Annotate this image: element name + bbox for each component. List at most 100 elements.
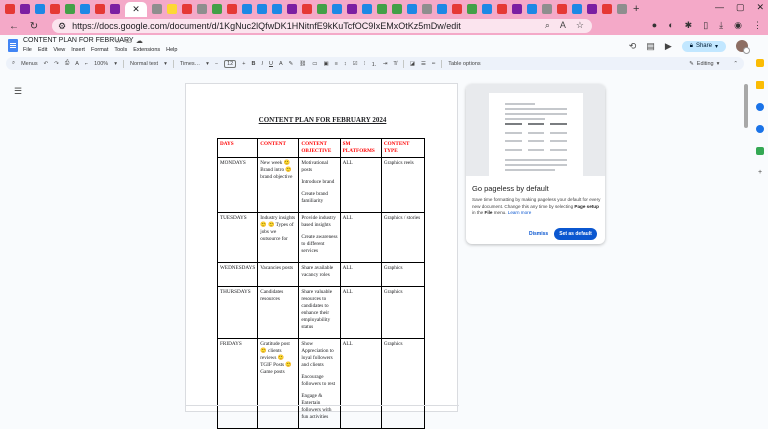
docs-logo-icon[interactable] (8, 39, 18, 52)
active-tab[interactable]: ✕ (125, 2, 147, 17)
cloud-saved-icon[interactable]: ☁ (136, 37, 143, 45)
meet-icon[interactable]: ▶ (665, 41, 672, 52)
close-tab-icon[interactable]: ✕ (132, 4, 140, 15)
menu-item-help[interactable]: Help (166, 47, 177, 53)
link-icon[interactable]: ⛓ (299, 61, 306, 67)
url-bar[interactable]: ⚙ https://docs.google.com/document/d/1Kg… (52, 19, 592, 33)
platforms-cell[interactable]: ALL (339, 286, 382, 340)
table-options-button[interactable]: Table options (448, 61, 480, 67)
zoom-icon[interactable]: ⌕ (545, 20, 550, 31)
scrollbar[interactable] (743, 78, 749, 412)
browser-tab-favicon[interactable] (437, 3, 447, 14)
extension-icon[interactable]: ◐ (668, 20, 673, 31)
search-menus-label[interactable]: Menus (21, 61, 38, 67)
font-select[interactable]: Times… (180, 61, 200, 67)
dismiss-button[interactable]: Dismiss (529, 231, 548, 237)
table-header-cell[interactable]: CONTENT (257, 137, 300, 159)
contacts-icon[interactable] (756, 125, 764, 133)
back-icon[interactable]: ← (8, 21, 20, 32)
day-cell[interactable]: FRIDAYS (216, 338, 259, 429)
day-cell[interactable]: THURSDAYS (216, 286, 259, 340)
text-color-icon[interactable]: A (279, 61, 283, 67)
browser-tab-favicon[interactable] (197, 3, 207, 14)
downloads-icon[interactable]: ⤓ (719, 20, 723, 31)
browser-tab-favicon[interactable] (302, 3, 312, 14)
browser-tab-favicon[interactable] (452, 3, 462, 14)
browser-tab-favicon[interactable] (482, 3, 492, 14)
browser-tab-favicon[interactable] (587, 3, 597, 14)
comments-icon[interactable]: ▤ (646, 41, 655, 52)
browser-tab-favicon[interactable] (392, 3, 402, 14)
table-header-cell[interactable]: CONTENT TYPE (380, 137, 426, 159)
share-button[interactable]: 🔒︎ Share ▾ (681, 40, 726, 52)
browser-tab-favicon[interactable] (572, 3, 582, 14)
border-width-icon[interactable]: ☰ (421, 61, 426, 67)
spellcheck-icon[interactable]: A (75, 61, 79, 67)
translate-icon[interactable]: A (560, 20, 566, 31)
minimize-icon[interactable]: — (715, 2, 724, 13)
browser-tab-favicon[interactable] (272, 3, 282, 14)
history-icon[interactable]: ⟲ (629, 41, 637, 52)
objective-cell[interactable]: Provide industry based insights Create aw… (298, 212, 341, 264)
side-panel-icon[interactable]: ▯ (703, 20, 708, 31)
browser-tab-favicon[interactable] (20, 3, 30, 14)
increase-font-icon[interactable]: + (242, 61, 245, 67)
content-type-cell[interactable]: Graphics reels (380, 157, 426, 214)
browser-tab-favicon[interactable] (407, 3, 417, 14)
site-info-icon[interactable]: ⚙ (58, 21, 66, 32)
undo-icon[interactable]: ↶ (44, 61, 49, 67)
menu-item-edit[interactable]: Edit (38, 47, 47, 53)
scrollbar-thumb[interactable] (744, 84, 748, 128)
table-header-cell[interactable]: CONTENT OBJECTIVE (298, 137, 341, 159)
browser-tab-favicon[interactable] (5, 3, 15, 14)
platforms-cell[interactable]: ALL (339, 212, 382, 264)
browser-tab-favicon[interactable] (497, 3, 507, 14)
menu-item-format[interactable]: Format (91, 47, 108, 53)
content-plan-table[interactable]: DAYS CONTENT CONTENT OBJECTIVE SM PLATFO… (216, 137, 426, 429)
keep-icon[interactable] (756, 81, 764, 89)
content-cell[interactable]: Vacancies posts (257, 262, 300, 288)
browser-tab-favicon[interactable] (95, 3, 105, 14)
zoom-select[interactable]: 100% (94, 61, 108, 67)
browser-tab-favicon[interactable] (347, 3, 357, 14)
browser-tab-favicon[interactable] (242, 3, 252, 14)
browser-tab-favicon[interactable] (602, 3, 612, 14)
day-cell[interactable]: WEDNESDAYS (216, 262, 259, 288)
browser-tab-favicon[interactable] (512, 3, 522, 14)
platforms-cell[interactable]: ALL (339, 157, 382, 214)
browser-tab-favicon[interactable] (617, 3, 627, 14)
day-cell[interactable]: MONDAYS (216, 157, 259, 214)
document-page[interactable]: CONTENT PLAN FOR FEBRUARY 2024 DAYS CONT… (185, 83, 459, 429)
maximize-icon[interactable]: ▢ (736, 2, 745, 13)
bold-icon[interactable]: B (251, 61, 255, 67)
search-menus-icon[interactable]: ⌕ (12, 60, 15, 67)
browser-tab-favicon[interactable] (227, 3, 237, 14)
underline-icon[interactable]: U (269, 61, 273, 67)
print-icon[interactable]: ⎙ (65, 60, 69, 67)
style-select[interactable]: Normal text (130, 61, 158, 67)
bookmark-star-icon[interactable]: ☆ (576, 20, 584, 31)
menu-item-extensions[interactable]: Extensions (133, 47, 160, 53)
content-cell[interactable]: Gratitude post 🙂 clients reviews 🙂 TGIF … (257, 338, 300, 429)
menu-item-file[interactable]: File (23, 47, 32, 53)
browser-tab-favicon[interactable] (212, 3, 222, 14)
browser-tab-favicon[interactable] (542, 3, 552, 14)
star-icon[interactable]: ☆ (115, 37, 121, 45)
new-tab-button[interactable]: + (633, 3, 639, 15)
platforms-cell[interactable]: ALL (339, 262, 382, 288)
add-on-plus-icon[interactable]: + (758, 169, 762, 176)
day-cell[interactable]: TUESDAYS (216, 212, 259, 264)
content-type-cell[interactable]: Graphics (380, 338, 426, 429)
italic-icon[interactable]: I (261, 61, 263, 67)
editing-mode-select[interactable]: ✎ Editing ▾ (689, 61, 719, 67)
table-header-cell[interactable]: SM PLATFORMS (339, 137, 382, 159)
browser-tab-favicon[interactable] (257, 3, 267, 14)
browser-tab-favicon[interactable] (110, 3, 120, 14)
content-cell[interactable]: Industry insights 🙂 🙂 Types of jobs we o… (257, 212, 300, 264)
browser-tab-favicon[interactable] (467, 3, 477, 14)
content-cell[interactable]: New week 🙂 Brand intro 🙂 brand objective (257, 157, 300, 214)
clear-format-icon[interactable]: T̸ (393, 61, 396, 67)
tasks-icon[interactable] (756, 103, 764, 111)
move-folder-icon[interactable]: ▭ (125, 37, 132, 45)
checklist-icon[interactable]: ☑ (353, 61, 358, 67)
